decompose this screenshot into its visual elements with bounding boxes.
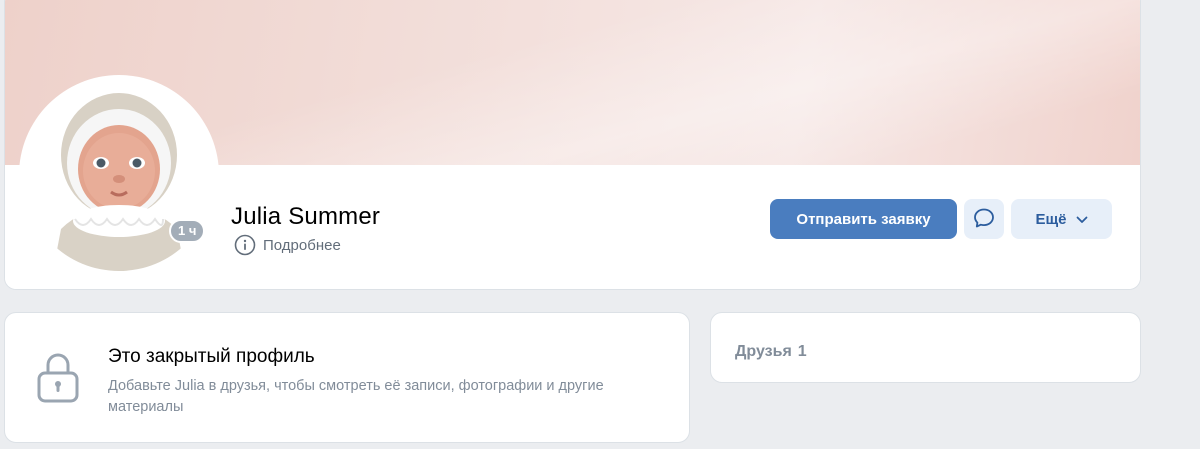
details-link[interactable]: Подробнее: [234, 234, 341, 256]
chevron-down-icon: [1076, 211, 1088, 228]
details-label: Подробнее: [263, 236, 341, 254]
friends-label: Друзья: [735, 343, 792, 360]
more-button[interactable]: Ещё: [1011, 199, 1112, 239]
friends-card: Друзья 1: [710, 312, 1141, 383]
friends-header-link[interactable]: Друзья 1: [735, 343, 807, 361]
message-button[interactable]: [964, 199, 1004, 239]
closed-profile-card: Это закрытый профиль Добавьте Julia в др…: [4, 312, 690, 443]
friends-count: 1: [797, 343, 807, 360]
closed-profile-title: Это закрытый профиль: [108, 346, 315, 367]
closed-profile-description: Добавьте Julia в друзья, чтобы смотреть …: [108, 378, 604, 415]
message-bubble-icon: [972, 206, 996, 233]
send-friend-request-button[interactable]: Отправить заявку: [770, 199, 957, 239]
online-status-badge: 1 ч: [169, 219, 206, 243]
lock-icon: [36, 351, 80, 410]
avatar[interactable]: [19, 75, 219, 275]
more-label: Ещё: [1035, 210, 1067, 228]
profile-name: Julia Summer: [231, 203, 381, 230]
info-circle-icon: [234, 234, 256, 256]
